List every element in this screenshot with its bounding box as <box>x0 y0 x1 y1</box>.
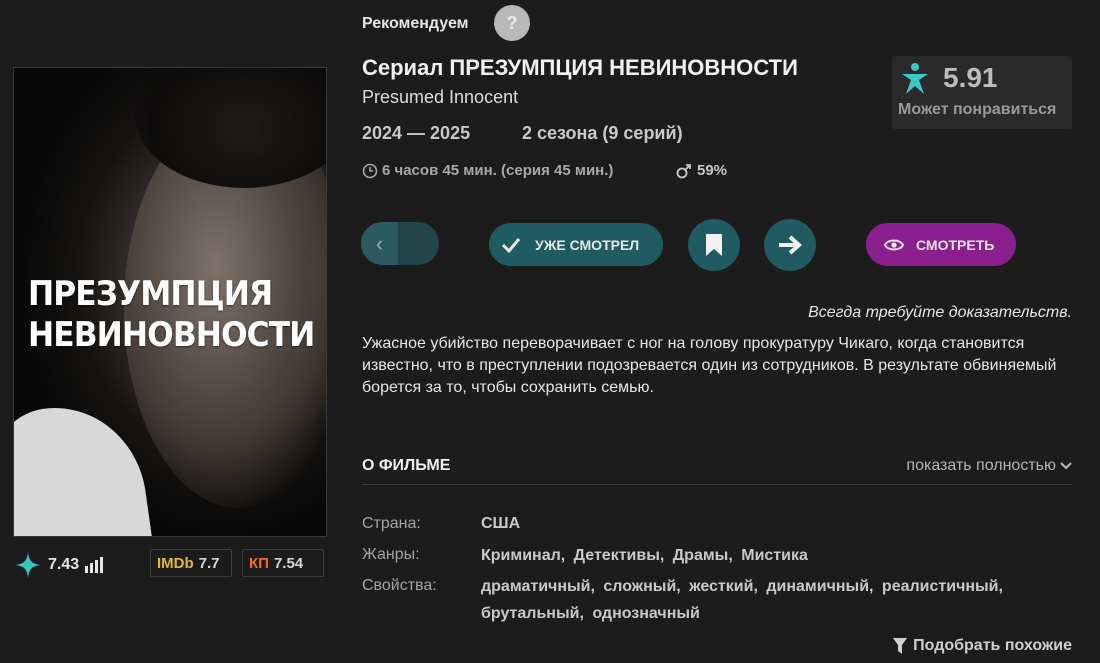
seasons-count: 2 сезона (9 серий) <box>522 123 683 143</box>
share-button[interactable] <box>764 219 816 271</box>
site-rating-value: 7.43 <box>48 556 80 573</box>
property-link[interactable]: сложный, <box>603 578 680 595</box>
find-similar-label: Подобрать похожие <box>913 637 1072 654</box>
imdb-value: 7.7 <box>198 554 220 572</box>
divider <box>362 484 1072 485</box>
site-rating[interactable]: 7.43 <box>14 551 104 579</box>
imdb-label: IMDb <box>157 554 194 572</box>
votes-bars-icon <box>85 557 104 573</box>
property-link[interactable]: брутальный, <box>481 605 584 622</box>
show-full-link[interactable]: показать полностью <box>906 457 1072 475</box>
property-link[interactable]: драматичный, <box>481 578 595 595</box>
show-full-label: показать полностью <box>906 457 1056 474</box>
country-label: Страна: <box>362 515 421 532</box>
genre-link[interactable]: Детективы, <box>574 547 665 564</box>
genre-link[interactable]: Мистика <box>741 547 808 564</box>
watched-label: УЖЕ СМОТРЕЛ <box>535 236 640 253</box>
recommend-label: Рекомендуем <box>362 15 469 32</box>
genres-label: Жанры: <box>362 546 420 563</box>
kp-label: КП <box>249 554 269 572</box>
chevron-left-icon[interactable]: ‹ <box>361 222 398 265</box>
properties-list: драматичный, сложный, жесткий, динамичны… <box>481 573 1066 627</box>
genres-list: Криминал, Детективы, Драмы, Мистика <box>481 542 1066 569</box>
release-years: 2024 — 2025 <box>362 123 471 143</box>
male-icon <box>676 163 691 178</box>
check-icon <box>501 237 521 253</box>
arrow-right-icon <box>779 235 803 255</box>
prediction-score: 5.91 <box>943 62 998 93</box>
tagline: Всегда требуйте доказательств. <box>808 304 1072 321</box>
find-similar-button[interactable]: Подобрать похожие <box>892 637 1072 655</box>
about-heading: О ФИЛЬМЕ <box>362 457 451 474</box>
kp-value: 7.54 <box>273 554 304 572</box>
bookmark-icon <box>706 234 722 256</box>
duration-text: 6 часов 45 мин. (серия 45 мин.) <box>382 162 614 179</box>
property-link[interactable]: реалистичный, <box>882 578 1003 595</box>
property-link[interactable]: однозначный <box>592 605 700 622</box>
original-title: Presumed Innocent <box>362 87 519 107</box>
imdb-rating[interactable]: IMDb 7.7 <box>150 549 232 577</box>
bookmark-button[interactable] <box>688 219 740 271</box>
kp-rating[interactable]: КП 7.54 <box>242 549 324 577</box>
genre-link[interactable]: Драмы, <box>673 547 733 564</box>
poster-shirt <box>14 396 155 536</box>
property-link[interactable]: динамичный, <box>766 578 873 595</box>
watch-label: СМОТРЕТЬ <box>916 236 995 253</box>
chevron-down-icon <box>1060 462 1072 470</box>
genre-link[interactable]: Криминал, <box>481 547 565 564</box>
person-star-icon <box>902 63 928 94</box>
duration: 6 часов 45 мин. (серия 45 мин.) <box>362 162 613 179</box>
watch-button[interactable]: СМОТРЕТЬ <box>866 223 1016 266</box>
help-icon[interactable]: ? <box>494 5 530 41</box>
sparkle-star-icon <box>15 552 41 578</box>
poster-title: ПРЕЗУМПЦИЯ НЕВИНОВНОСТИ <box>28 274 315 355</box>
clock-icon <box>362 163 378 178</box>
prev-navigation[interactable]: ‹ <box>361 222 439 265</box>
page-title: Сериал ПРЕЗУМПЦИЯ НЕВИНОВНОСТИ <box>362 55 798 80</box>
filter-icon <box>893 638 908 654</box>
properties-label: Свойства: <box>362 577 437 594</box>
poster-image[interactable]: ПРЕЗУМПЦИЯ НЕВИНОВНОСТИ <box>13 67 327 537</box>
audience-gender: 59% <box>675 162 727 179</box>
description: Ужасное убийство переворачивает с ног на… <box>362 335 1057 396</box>
country-value[interactable]: США <box>481 515 520 533</box>
eye-icon <box>884 239 904 250</box>
prediction-hint: Может понравиться <box>898 101 1057 118</box>
prediction-score-panel[interactable]: 5.91 Может понравиться <box>892 56 1072 129</box>
watched-button[interactable]: УЖЕ СМОТРЕЛ <box>489 223 663 266</box>
property-link[interactable]: жесткий, <box>689 578 758 595</box>
male-percent: 59% <box>697 162 728 179</box>
